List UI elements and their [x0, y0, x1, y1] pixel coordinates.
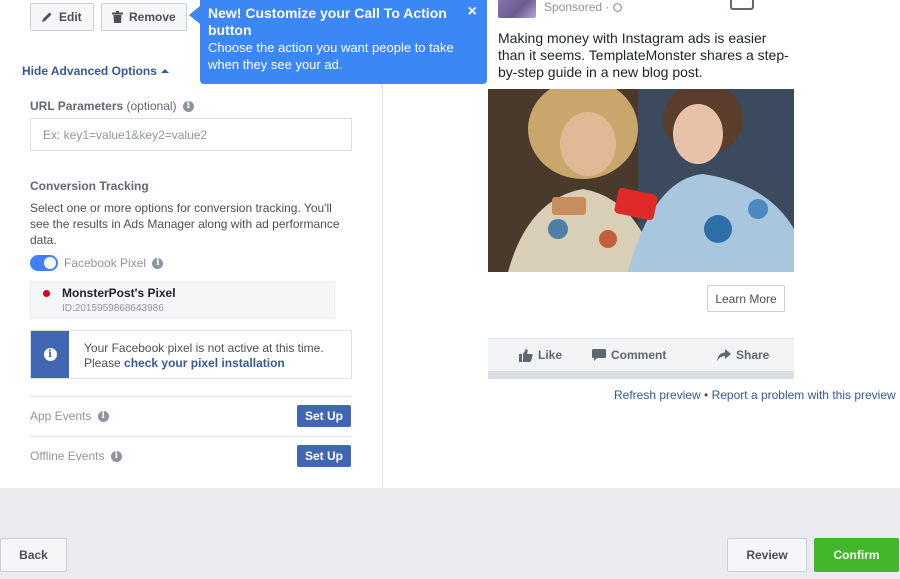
edit-button[interactable]: Edit: [30, 3, 94, 31]
review-button[interactable]: Review: [727, 538, 807, 572]
conversion-tracking-title: Conversion Tracking: [30, 179, 149, 193]
like-label: Like: [538, 348, 563, 362]
url-parameters-title: URL Parameters: [30, 99, 124, 113]
globe-icon: [612, 3, 622, 12]
ad-primary-text: Making money with Instagram ads is easie…: [498, 30, 789, 80]
preview-links: Refresh preview • Report a problem with …: [614, 388, 896, 402]
back-button[interactable]: Back: [0, 538, 67, 572]
notice-text-block: Your Facebook pixel is not active at thi…: [84, 341, 344, 371]
offline-events-setup-button[interactable]: Set Up: [297, 445, 351, 467]
remove-button[interactable]: Remove: [101, 3, 187, 31]
post-actions-bar: Like Comment Share: [488, 338, 794, 379]
comment-icon: [592, 348, 606, 361]
tooltip-body: Choose the action you want people to tak…: [208, 40, 454, 72]
comment-label: Comment: [611, 348, 667, 362]
notice-text: Your Facebook pixel is not active at thi…: [84, 341, 324, 355]
confirm-button[interactable]: Confirm: [814, 538, 899, 572]
info-icon[interactable]: i: [110, 451, 122, 463]
offline-events-label: Offline Events: [30, 449, 105, 463]
report-problem-link[interactable]: Report a problem with this preview: [712, 388, 896, 402]
app-events-label: App Events: [30, 409, 92, 423]
cta-tooltip: New! Customize your Call To Action butto…: [200, 0, 487, 84]
tooltip-arrow: [189, 6, 200, 24]
link-separator: •: [704, 388, 709, 402]
pixel-status-dot: [43, 290, 50, 297]
check-pixel-installation-link[interactable]: check your pixel installation: [124, 356, 285, 370]
learn-more-button[interactable]: Learn More: [707, 285, 785, 312]
facebook-pixel-label-wrap: Facebook Pixel i: [64, 256, 164, 270]
app-events-row: App Events i: [30, 409, 109, 423]
refresh-preview-link[interactable]: Refresh preview: [614, 388, 701, 402]
facebook-pixel-label: Facebook Pixel: [64, 256, 147, 270]
toggle-knob: [44, 257, 56, 269]
ad-image: [488, 89, 794, 272]
url-parameters-input[interactable]: Ex: key1=value1&key2=value2: [30, 118, 352, 151]
notice-info-strip: i: [31, 331, 69, 378]
thumbs-up-icon: [519, 348, 533, 362]
notice-cta-line: Please check your pixel installation: [84, 356, 344, 371]
edit-button-label: Edit: [59, 10, 82, 24]
conversion-tracking-description: Select one or more options for conversio…: [30, 201, 340, 247]
offline-events-row: Offline Events i: [30, 449, 122, 463]
share-label: Share: [736, 348, 770, 362]
like-page-icon[interactable]: [730, 0, 754, 10]
share-icon: [717, 349, 731, 361]
comment-action[interactable]: Comment: [592, 348, 666, 362]
pixel-id: ID:2015959868643986: [62, 303, 164, 314]
info-icon[interactable]: i: [152, 258, 164, 270]
info-icon[interactable]: i: [97, 411, 109, 423]
pixel-inactive-notice: i Your Facebook pixel is not active at t…: [30, 330, 352, 379]
divider: [30, 436, 352, 437]
hide-advanced-options-link[interactable]: Hide Advanced Options: [22, 64, 169, 78]
sponsored-label: Sponsored ·: [544, 0, 613, 14]
pixel-card[interactable]: MonsterPost's Pixel ID:2015959868643986: [30, 281, 335, 319]
caret-up-icon: [160, 69, 169, 73]
page-avatar: [498, 0, 536, 18]
info-icon[interactable]: i: [182, 101, 194, 113]
optional-tag: (optional): [126, 99, 177, 113]
ad-editor-panel: Edit Remove Hide Advanced Options URL Pa…: [0, 0, 900, 488]
divider: [30, 396, 352, 397]
hide-advanced-options-label: Hide Advanced Options: [22, 64, 157, 78]
close-icon[interactable]: ×: [468, 4, 477, 20]
trash-icon: [112, 11, 123, 23]
notice-prefix: Please: [84, 356, 121, 370]
remove-button-label: Remove: [129, 10, 176, 24]
like-action[interactable]: Like: [519, 348, 562, 362]
ad-photo-illustration: [488, 89, 794, 272]
share-action[interactable]: Share: [717, 348, 769, 362]
info-icon: i: [43, 348, 57, 361]
url-parameters-placeholder: Ex: key1=value1&key2=value2: [43, 127, 208, 142]
actions-bar-bottom: [488, 371, 794, 379]
pixel-name: MonsterPost's Pixel: [62, 286, 176, 300]
tooltip-title: New! Customize your Call To Action butto…: [208, 5, 447, 38]
pencil-icon: [42, 12, 52, 22]
url-parameters-label: URL Parameters (optional) i: [30, 99, 194, 113]
app-events-setup-button[interactable]: Set Up: [297, 405, 351, 427]
sponsored-line: Sponsored ·: [544, 0, 622, 14]
facebook-pixel-toggle[interactable]: [30, 255, 58, 271]
